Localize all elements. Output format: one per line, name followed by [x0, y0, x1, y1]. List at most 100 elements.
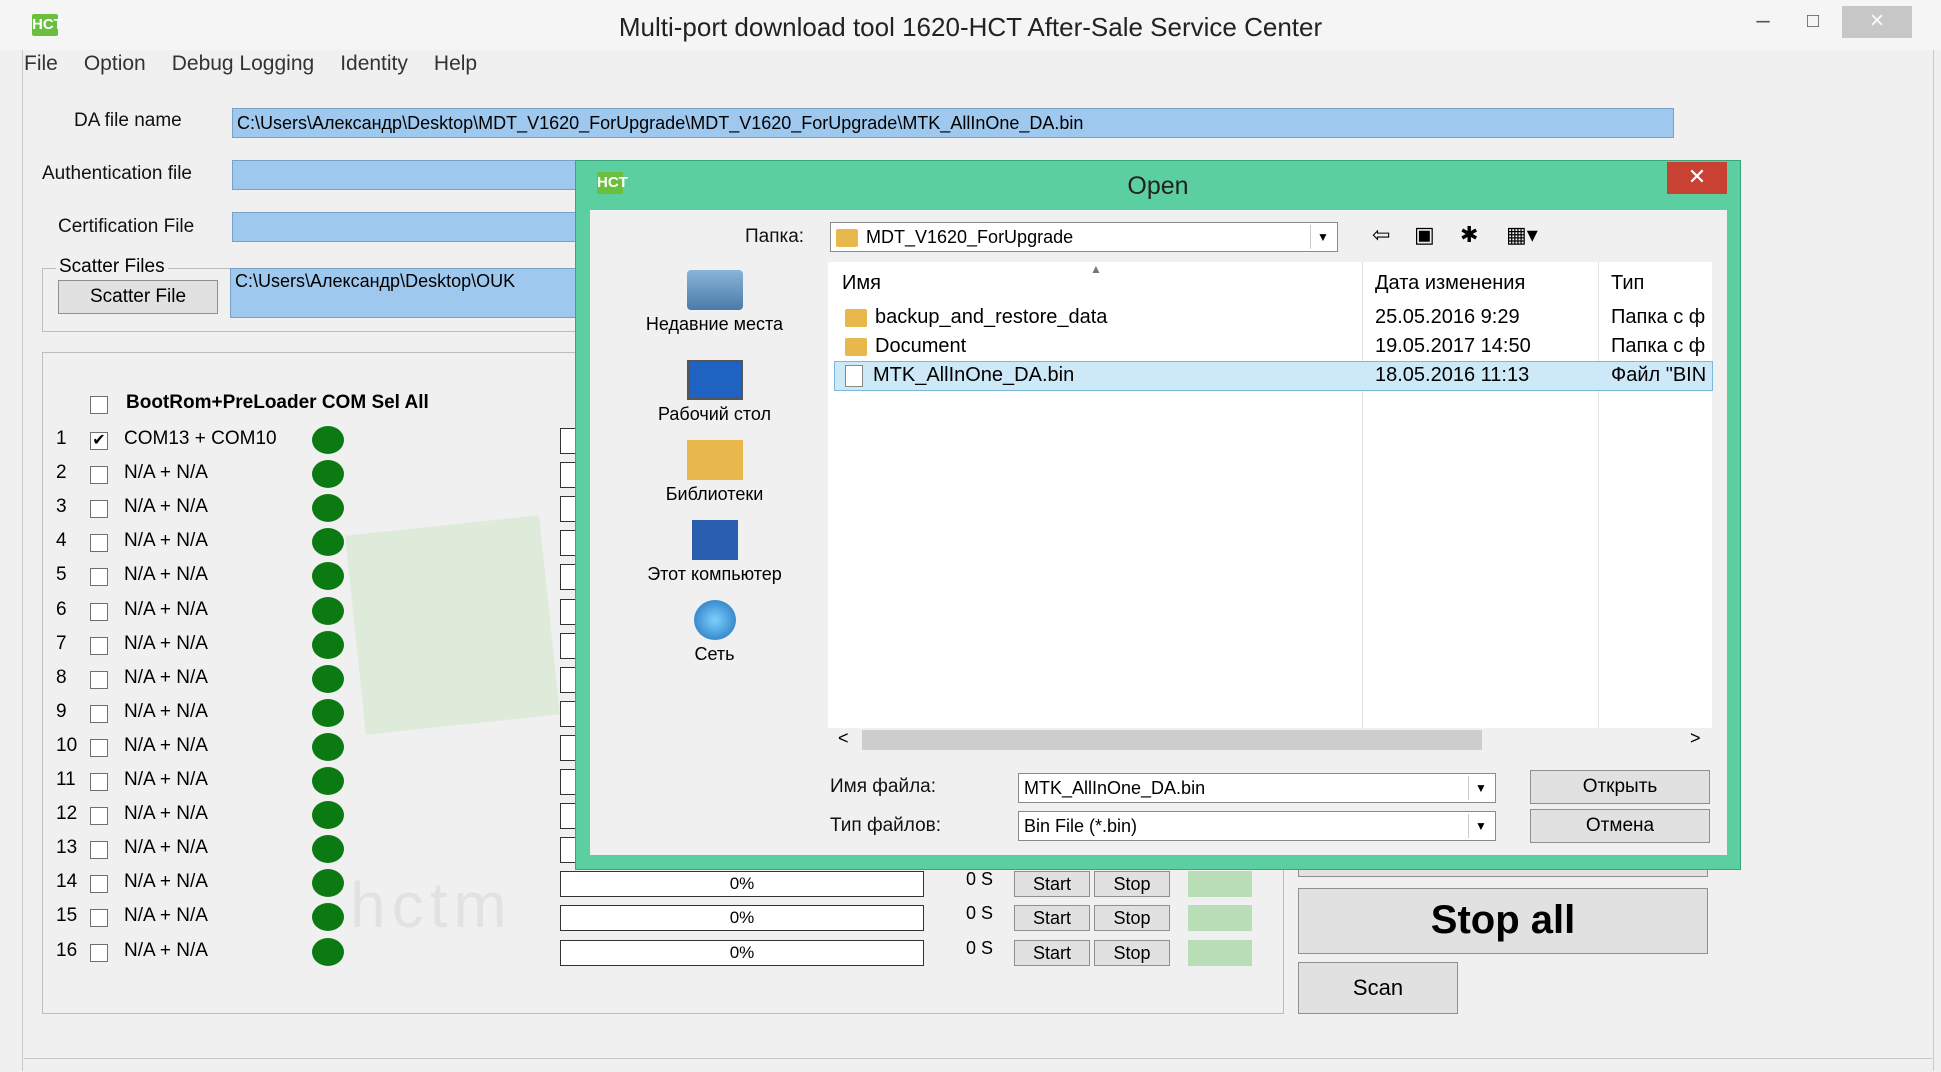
libraries-icon	[686, 440, 743, 480]
place-libraries[interactable]: Библиотеки	[612, 440, 817, 505]
folder-combo[interactable]: MDT_V1620_ForUpgrade ▼	[830, 222, 1338, 252]
column-header-name[interactable]: Имя	[842, 272, 881, 295]
column-header-date[interactable]: Дата изменения	[1375, 272, 1525, 295]
up-folder-icon[interactable]: ▣	[1414, 222, 1435, 248]
port-number: 13	[56, 837, 78, 858]
place-libraries-label: Библиотеки	[665, 484, 764, 504]
close-button[interactable]: ×	[1842, 6, 1912, 38]
status-led-icon	[312, 665, 344, 693]
scatter-file-field[interactable]: C:\Users\Александр\Desktop\OUK	[230, 268, 582, 318]
port-checkbox[interactable]	[90, 603, 108, 621]
port-checkbox[interactable]	[90, 875, 108, 893]
port-name: N/A + N/A	[124, 564, 208, 585]
scrollbar-thumb[interactable]	[862, 730, 1482, 750]
scatter-file-button[interactable]: Scatter File	[58, 280, 218, 314]
filetype-select[interactable]: Bin File (*.bin) ▼	[1018, 811, 1496, 841]
filename-input[interactable]: MTK_AllInOne_DA.bin ▼	[1018, 773, 1496, 803]
port-name: COM13 + COM10	[124, 428, 277, 449]
network-icon	[693, 600, 736, 640]
filename-label: Имя файла:	[830, 776, 937, 797]
port-name: N/A + N/A	[124, 905, 208, 926]
port-number: 7	[56, 633, 67, 654]
view-menu-icon[interactable]: ▦▾	[1506, 222, 1538, 248]
scan-button[interactable]: Scan	[1298, 962, 1458, 1014]
port-checkbox[interactable]	[90, 637, 108, 655]
auth-file-field[interactable]	[232, 160, 582, 190]
recent-places-icon	[686, 270, 743, 310]
port-number: 15	[56, 905, 78, 926]
place-network[interactable]: Сеть	[612, 600, 817, 665]
file-row[interactable]: backup_and_restore_data 25.05.2016 9:29 Па…	[835, 304, 1712, 332]
port-name: N/A + N/A	[124, 667, 208, 688]
stop-button[interactable]: Stop	[1094, 871, 1170, 897]
menu-help[interactable]: Help	[434, 52, 477, 82]
port-number: 10	[56, 735, 78, 756]
scroll-left-arrow[interactable]: <	[838, 728, 849, 749]
port-checkbox[interactable]	[90, 705, 108, 723]
start-button[interactable]: Start	[1014, 940, 1090, 966]
open-button[interactable]: Открыть	[1530, 770, 1710, 804]
progress-bar: 0%	[560, 871, 924, 897]
file-date: 19.05.2017 14:50	[1375, 335, 1531, 357]
port-number: 5	[56, 564, 67, 585]
chevron-down-icon[interactable]: ▼	[1310, 225, 1335, 249]
stop-all-button[interactable]: Stop all	[1298, 888, 1708, 954]
port-number: 3	[56, 496, 67, 517]
cancel-button[interactable]: Отмена	[1530, 809, 1710, 843]
status-led-icon	[312, 835, 344, 863]
menu-debug-logging[interactable]: Debug Logging	[172, 52, 314, 82]
select-all-label: BootRom+PreLoader COM Sel All	[126, 392, 429, 413]
start-button[interactable]: Start	[1014, 871, 1090, 897]
menu-identity[interactable]: Identity	[340, 52, 408, 82]
back-icon[interactable]: ⇦	[1372, 222, 1390, 248]
cert-file-field[interactable]	[232, 212, 582, 242]
port-checkbox[interactable]: ✔	[90, 432, 108, 450]
port-checkbox[interactable]	[90, 500, 108, 518]
port-name: N/A + N/A	[124, 769, 208, 790]
port-checkbox[interactable]	[90, 671, 108, 689]
port-checkbox[interactable]	[90, 807, 108, 825]
port-number: 14	[56, 871, 78, 892]
desktop-icon	[686, 360, 743, 400]
port-number: 1	[56, 428, 67, 449]
file-type: Папка с ф	[1611, 306, 1706, 328]
da-file-label: DA file name	[74, 110, 182, 131]
start-button[interactable]: Start	[1014, 905, 1090, 931]
port-checkbox[interactable]	[90, 841, 108, 859]
stop-button[interactable]: Stop	[1094, 940, 1170, 966]
port-checkbox[interactable]	[90, 909, 108, 927]
file-row[interactable]: MTK_AllInOne_DA.bin 18.05.2016 11:13 Файл …	[834, 361, 1713, 391]
minimize-button[interactable]: –	[1738, 6, 1788, 38]
status-led-icon	[312, 426, 344, 454]
da-file-field[interactable]: C:\Users\Александр\Desktop\MDT_V1620_For…	[232, 108, 1674, 138]
port-checkbox[interactable]	[90, 466, 108, 484]
place-this-pc[interactable]: Этот компьютер	[612, 520, 817, 585]
chevron-down-icon[interactable]: ▼	[1468, 776, 1493, 800]
menu-option[interactable]: Option	[84, 52, 146, 82]
port-number: 11	[56, 769, 76, 790]
chevron-down-icon[interactable]: ▼	[1468, 814, 1493, 838]
result-indicator	[1188, 871, 1252, 897]
menu-file[interactable]: File	[24, 52, 58, 82]
sort-ascending-icon: ▲	[1090, 262, 1102, 276]
maximize-button[interactable]: □	[1788, 6, 1838, 38]
folder-icon	[845, 308, 867, 327]
place-desktop[interactable]: Рабочий стол	[612, 360, 817, 425]
port-checkbox[interactable]	[90, 944, 108, 962]
status-led-icon	[312, 869, 344, 897]
file-row[interactable]: Document 19.05.2017 14:50 Папка с ф	[835, 333, 1712, 361]
port-checkbox[interactable]	[90, 568, 108, 586]
column-header-type[interactable]: Тип	[1611, 272, 1644, 295]
port-checkbox[interactable]	[90, 739, 108, 757]
dialog-close-button[interactable]: ✕	[1667, 162, 1727, 194]
status-led-icon	[312, 562, 344, 590]
select-all-checkbox[interactable]	[90, 396, 108, 414]
port-checkbox[interactable]	[90, 773, 108, 791]
new-folder-icon[interactable]: ✱	[1460, 222, 1478, 248]
watermark-text: hctm	[350, 869, 513, 941]
port-checkbox[interactable]	[90, 534, 108, 552]
scroll-right-arrow[interactable]: >	[1690, 728, 1701, 749]
place-recent[interactable]: Недавние места	[612, 270, 817, 335]
stop-button[interactable]: Stop	[1094, 905, 1170, 931]
status-led-icon	[312, 528, 344, 556]
